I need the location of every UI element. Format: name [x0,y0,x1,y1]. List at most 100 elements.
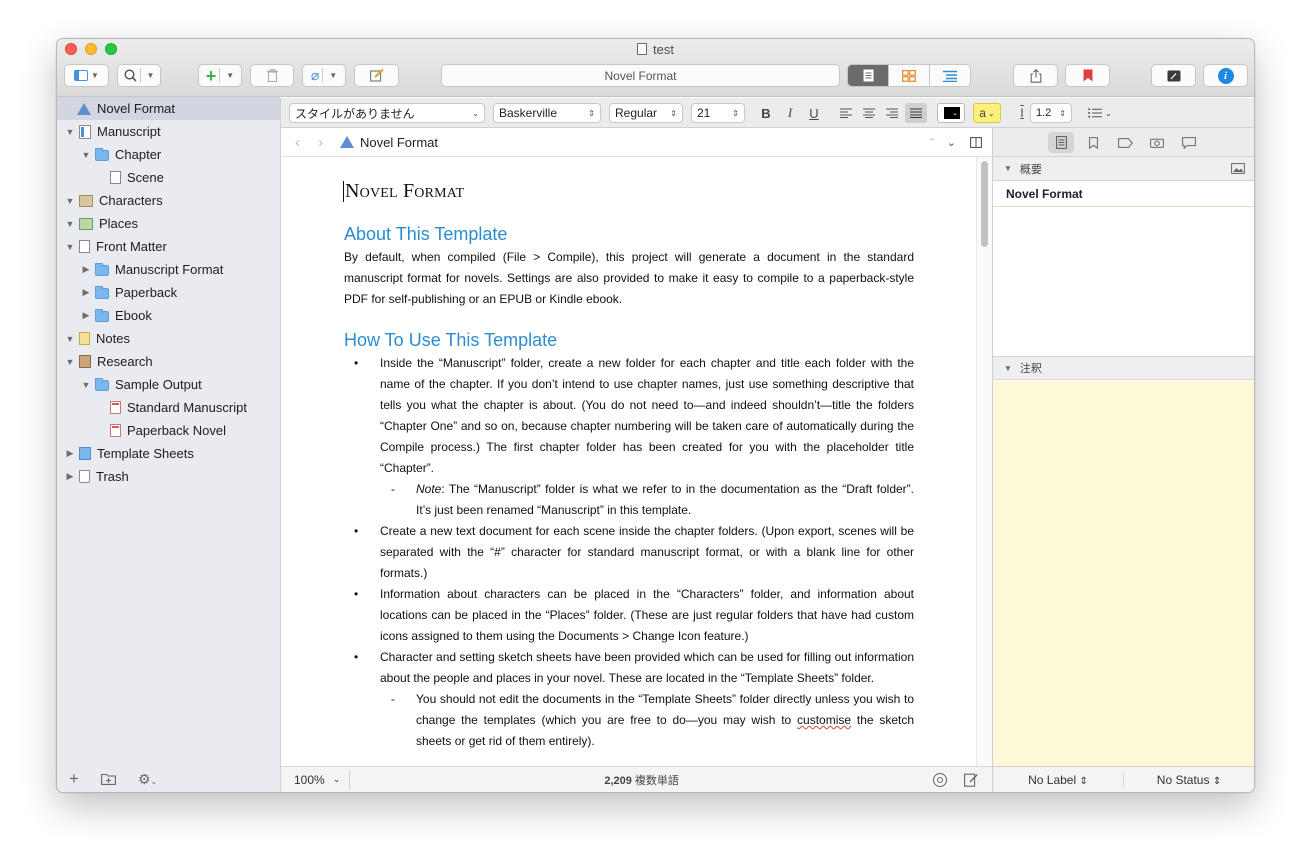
binder-item-sample-output[interactable]: ▼ Sample Output [57,373,280,396]
tab-snapshots[interactable] [1144,132,1170,153]
binder-item-manuscript-format[interactable]: ▶ Manuscript Format [57,258,280,281]
corkboard-segment[interactable] [888,65,929,86]
binder-item-manuscript[interactable]: ▼ Manuscript [57,120,280,143]
edit-note-icon[interactable] [964,773,978,787]
line-spacing-icon: I [1020,106,1024,120]
folder-icon [95,263,109,276]
binder-item-standard-manuscript[interactable]: Standard Manuscript [57,396,280,419]
disclosure-triangle-icon[interactable]: ▼ [81,380,91,390]
share-button[interactable] [1013,64,1058,87]
font-weight-select[interactable]: Regular ⇕ [609,103,683,123]
document-proxy-icon[interactable] [637,43,648,55]
tab-comments[interactable] [1176,132,1202,153]
disclosure-triangle-icon[interactable]: ▶ [81,287,91,298]
align-right-button[interactable] [884,103,900,123]
disclosure-triangle-icon[interactable]: ▼ [1004,364,1012,373]
previous-document-icon[interactable]: ⌃ [928,136,937,149]
binder-item-places[interactable]: ▼ Places [57,212,280,235]
warning-icon [340,136,354,148]
back-arrow-icon[interactable]: ‹ [295,134,300,151]
editor-header-title[interactable]: Novel Format [360,135,438,150]
binder-item-chapter[interactable]: ▼ Chapter [57,143,280,166]
label-select[interactable]: No Label ⇕ [993,772,1124,787]
editor-scrollbar[interactable] [976,157,992,766]
document-view-icon [863,69,873,82]
underline-button[interactable]: U [806,103,822,123]
line-spacing-select[interactable]: 1.2 ⇕ [1030,103,1072,123]
add-folder-icon[interactable] [100,773,116,785]
synopsis-text-field[interactable] [993,207,1254,356]
gear-icon[interactable]: ⚙⌄ [138,771,157,788]
highlight-color-button[interactable]: a ⌄ [973,103,1001,123]
font-size-select[interactable]: 21 ⇕ [691,103,745,123]
document-text-area[interactable]: Novel Format About This Template By defa… [281,157,976,766]
group-mode-segmented-control[interactable] [847,64,971,87]
binder-item-front-matter[interactable]: ▼ Front Matter [57,235,280,258]
split-editor-icon[interactable] [970,136,982,148]
binder-item-trash[interactable]: ▶ Trash [57,465,280,488]
bookmark-button[interactable] [1065,64,1110,87]
disclosure-triangle-icon[interactable]: ▼ [65,219,75,229]
forward-arrow-icon[interactable]: › [318,134,323,151]
search-button[interactable]: ▼ [117,64,161,87]
notes-header[interactable]: ▼ 注釈 [993,356,1254,380]
bold-button[interactable]: B [758,103,774,123]
composition-mode-button[interactable] [1151,64,1196,87]
disclosure-triangle-icon[interactable]: ▼ [81,150,91,160]
binder-item-paperback-novel[interactable]: Paperback Novel [57,419,280,442]
zoom-select[interactable]: 100% ⌄ [294,773,340,787]
binder-item-novel-format[interactable]: Novel Format [57,97,280,120]
style-select[interactable]: スタイルがありません ⌄ [289,103,485,123]
italic-button[interactable]: I [782,103,798,123]
disclosure-triangle-icon[interactable]: ▶ [65,448,75,459]
attach-button[interactable]: ⌀ ▼ [302,64,346,87]
binder-item-ebook[interactable]: ▶ Ebook [57,304,280,327]
font-family-select[interactable]: Baskerville ⇕ [493,103,601,123]
characters-icon [79,194,93,207]
tab-metadata[interactable] [1112,132,1138,153]
compose-button[interactable] [354,64,399,87]
view-layout-button[interactable]: ▼ [64,64,109,87]
notes-text-area[interactable] [993,381,1254,766]
add-button[interactable]: + ▼ [198,64,242,87]
disclosure-triangle-icon[interactable]: ▶ [65,471,75,482]
outliner-segment[interactable] [929,65,970,86]
align-left-icon [840,108,852,118]
status-select[interactable]: No Status ⇕ [1124,773,1254,787]
inspector-button[interactable]: i [1203,64,1248,87]
binder-item-characters[interactable]: ▼ Characters [57,189,280,212]
disclosure-triangle-icon[interactable]: ▼ [65,127,75,137]
image-icon[interactable] [1231,163,1245,174]
target-icon[interactable] [933,772,947,787]
disclosure-triangle-icon[interactable]: ▼ [65,196,75,206]
align-left-button[interactable] [838,103,854,123]
chevron-down-icon: ▼ [329,71,338,80]
text-color-button[interactable]: ⌄ [937,103,965,123]
chevron-down-icon: ⌄ [472,108,479,118]
document-view-segment[interactable] [848,65,888,86]
disclosure-triangle-icon[interactable]: ▼ [65,357,75,367]
binder-item-notes[interactable]: ▼ Notes [57,327,280,350]
disclosure-triangle-icon[interactable]: ▼ [65,242,75,252]
synopsis-header[interactable]: ▼ 概要 [993,157,1254,181]
binder-item-paperback[interactable]: ▶ Paperback [57,281,280,304]
misspelled-word[interactable]: customise [797,713,851,727]
disclosure-triangle-icon[interactable]: ▼ [1004,164,1012,173]
synopsis-title-field[interactable]: Novel Format [993,181,1254,207]
binder-item-research[interactable]: ▼ Research [57,350,280,373]
disclosure-triangle-icon[interactable]: ▼ [65,334,75,344]
align-center-button[interactable] [861,103,877,123]
disclosure-triangle-icon[interactable]: ▶ [81,310,91,321]
delete-button[interactable] [250,64,294,87]
next-document-icon[interactable]: ⌄ [947,136,956,149]
binder-item-template-sheets[interactable]: ▶ Template Sheets [57,442,280,465]
binder-item-scene[interactable]: Scene [57,166,280,189]
disclosure-triangle-icon[interactable]: ▶ [81,264,91,275]
scrollbar-thumb[interactable] [981,161,988,247]
align-justify-button[interactable] [905,103,927,123]
list-button[interactable]: ⌄ [1085,103,1115,123]
tab-bookmarks[interactable] [1080,132,1106,153]
tab-notes[interactable] [1048,132,1074,153]
sub-list-item: You should not edit the documents in the… [344,689,914,752]
add-document-icon[interactable]: + [69,769,79,789]
